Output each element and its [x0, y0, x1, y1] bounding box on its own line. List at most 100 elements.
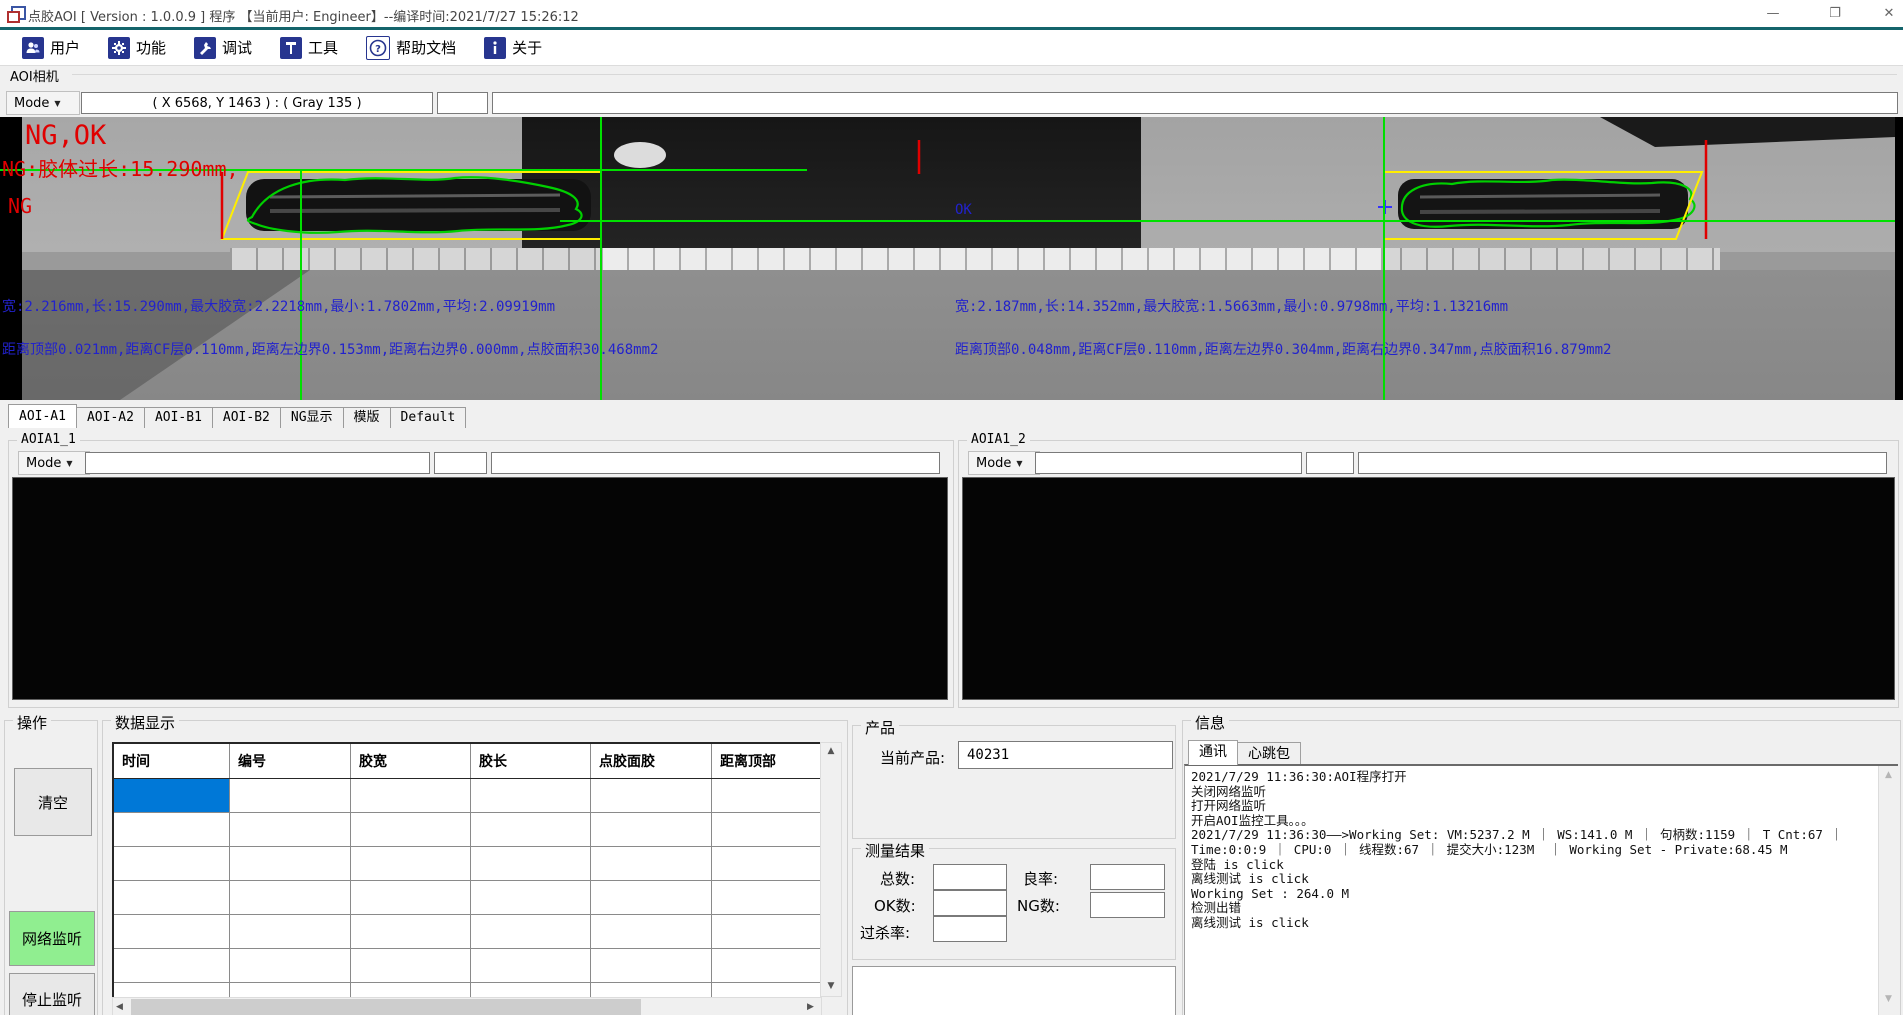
chevron-down-icon: ▼ [1016, 459, 1022, 468]
table-row[interactable] [114, 949, 820, 983]
camera-mode-dropdown[interactable]: Mode▼ [6, 91, 80, 115]
scroll-up-icon[interactable]: ▲ [821, 746, 841, 756]
measure-result-label: 测量结果 [861, 840, 929, 861]
info-tab-strip: 通讯 心跳包 [1188, 740, 1300, 765]
app-window: 点胶AOI [ Version : 1.0.0.9 ] 程序 【当前用户: En… [0, 0, 1903, 1015]
menu-bar: 用户 功能 调试 工具 ? 帮助文档 关于 [0, 30, 1903, 66]
data-display-group-label: 数据显示 [111, 712, 179, 733]
menu-item-about[interactable]: 关于 [478, 34, 548, 62]
menu-item-user[interactable]: 用户 [16, 34, 86, 62]
table-row[interactable] [114, 813, 820, 847]
menu-item-help[interactable]: ? 帮助文档 [360, 33, 462, 63]
hscroll-thumb[interactable] [131, 999, 641, 1015]
tab-template[interactable]: 模版 [343, 407, 391, 428]
window-title: 点胶AOI [ Version : 1.0.0.9 ] 程序 【当前用户: En… [28, 6, 579, 25]
yield-label: 良率: [1023, 868, 1058, 889]
users-icon [22, 37, 44, 59]
tab-default[interactable]: Default [390, 407, 467, 428]
tab-aoi-a2[interactable]: AOI-A2 [76, 407, 145, 428]
minimize-button[interactable]: — [1750, 0, 1796, 27]
stop-listen-button[interactable]: 停止监听 [9, 973, 95, 1015]
selected-cell[interactable] [114, 779, 230, 812]
camera-ng-label: NG [8, 194, 32, 218]
wrench-icon [194, 37, 216, 59]
right-measure-line1: 宽:2.187mm,长:14.352mm,最大胶宽:1.5663mm,最小:0.… [955, 296, 1508, 316]
menu-item-debug[interactable]: 调试 [188, 34, 258, 62]
hammer-icon [280, 37, 302, 59]
info-icon [484, 37, 506, 59]
restore-button[interactable]: ❐ [1812, 0, 1858, 27]
tab-aoi-b2[interactable]: AOI-B2 [212, 407, 281, 428]
menu-item-function[interactable]: 功能 [102, 34, 172, 62]
camera-image-view[interactable]: NG,OK NG:胶体过长:15.290mm, NG OK 宽:2.216mm,… [0, 117, 1903, 400]
tab-aoi-a1[interactable]: AOI-A1 [8, 404, 77, 428]
operation-group: 操作 [4, 720, 98, 1015]
aoia1-1-field1 [85, 452, 430, 474]
operation-group-label: 操作 [13, 712, 51, 733]
col-dist-top: 距离顶部 [712, 744, 816, 778]
tab-ng-display[interactable]: NG显示 [280, 407, 344, 428]
camera-coordinate-field: ( X 6568, Y 1463 ) : ( Gray 135 ) [81, 92, 433, 114]
left-measure-line1: 宽:2.216mm,长:15.290mm,最大胶宽:2.2218mm,最小:1.… [2, 296, 555, 316]
log-text: 2021/7/29 11:36:30:AOI程序打开 关闭网络监听 打开网络监听… [1191, 770, 1874, 931]
tab-heartbeat[interactable]: 心跳包 [1237, 742, 1301, 765]
table-row[interactable] [114, 915, 820, 949]
network-listen-button[interactable]: 网络监听 [9, 911, 95, 966]
camera-ng-reason-text: NG:胶体过长:15.290mm, [2, 153, 239, 182]
aoia1-2-field1 [1035, 452, 1302, 474]
overkill-field [933, 916, 1007, 942]
menu-item-tools[interactable]: 工具 [274, 34, 344, 62]
data-table[interactable]: 时间 编号 胶宽 胶长 点胶面胶 距离顶部 [112, 742, 822, 999]
title-bar: 点胶AOI [ Version : 1.0.0.9 ] 程序 【当前用户: En… [0, 0, 1903, 27]
overkill-label: 过杀率: [860, 922, 910, 943]
camera-small-field [437, 92, 488, 114]
scroll-down-icon[interactable]: ▼ [821, 981, 841, 991]
tab-aoi-b1[interactable]: AOI-B1 [144, 407, 213, 428]
table-row[interactable] [114, 847, 820, 881]
total-field [933, 864, 1007, 890]
table-hscrollbar[interactable]: ◀ ▶ [112, 997, 822, 1015]
current-product-field[interactable]: 40231 [958, 741, 1173, 769]
chevron-down-icon: ▼ [54, 99, 60, 108]
scroll-down-icon[interactable]: ▼ [1879, 994, 1898, 1004]
log-vscrollbar[interactable]: ▲ ▼ [1878, 766, 1898, 1015]
tab-comm[interactable]: 通讯 [1188, 740, 1238, 765]
scroll-right-icon[interactable]: ▶ [807, 1002, 814, 1012]
clear-button[interactable]: 清空 [14, 768, 92, 836]
aoia1-2-mode-dropdown[interactable]: Mode▼ [968, 451, 1040, 475]
aoia1-1-mode-dropdown[interactable]: Mode▼ [18, 451, 90, 475]
aoia1-2-field3 [1358, 452, 1887, 474]
col-glue-area: 点胶面胶 [591, 744, 712, 778]
info-group-label: 信息 [1191, 712, 1229, 733]
col-glue-length: 胶长 [471, 744, 591, 778]
svg-text:?: ? [375, 44, 381, 55]
ng-count-field [1090, 892, 1165, 918]
close-button[interactable]: ✕ [1866, 0, 1903, 27]
product-group-label: 产品 [861, 717, 899, 738]
table-header-row: 时间 编号 胶宽 胶长 点胶面胶 距离顶部 [114, 744, 820, 779]
product-note-box [852, 966, 1176, 1015]
scroll-left-icon[interactable]: ◀ [116, 1002, 123, 1012]
current-product-label: 当前产品: [880, 747, 945, 768]
gear-icon [108, 37, 130, 59]
aoi-camera-group-label: AOI相机 [10, 66, 59, 85]
table-row[interactable] [114, 779, 820, 813]
table-vscrollbar[interactable]: ▲ ▼ [820, 742, 842, 997]
camera-wide-field [492, 92, 1898, 114]
table-row[interactable] [114, 881, 820, 915]
aoia1-1-image-panel[interactable] [12, 477, 948, 700]
yield-field [1090, 864, 1165, 890]
total-label: 总数: [880, 868, 915, 889]
col-glue-width: 胶宽 [351, 744, 471, 778]
scroll-up-icon[interactable]: ▲ [1879, 770, 1898, 780]
camera-ok-label: OK [955, 202, 972, 218]
col-time: 时间 [114, 744, 230, 778]
camera-status-text: NG,OK [25, 120, 106, 151]
col-id: 编号 [230, 744, 351, 778]
group-border-line [72, 74, 1897, 75]
chevron-down-icon: ▼ [66, 459, 72, 468]
aoia1-2-image-panel[interactable] [962, 477, 1895, 700]
aoia1-2-label: AOIA1_2 [967, 432, 1030, 447]
comm-log-panel[interactable]: 2021/7/29 11:36:30:AOI程序打开 关闭网络监听 打开网络监听… [1184, 764, 1898, 1015]
right-measure-line2: 距离顶部0.048mm,距离CF层0.110mm,距离左边界0.304mm,距离… [955, 339, 1611, 359]
